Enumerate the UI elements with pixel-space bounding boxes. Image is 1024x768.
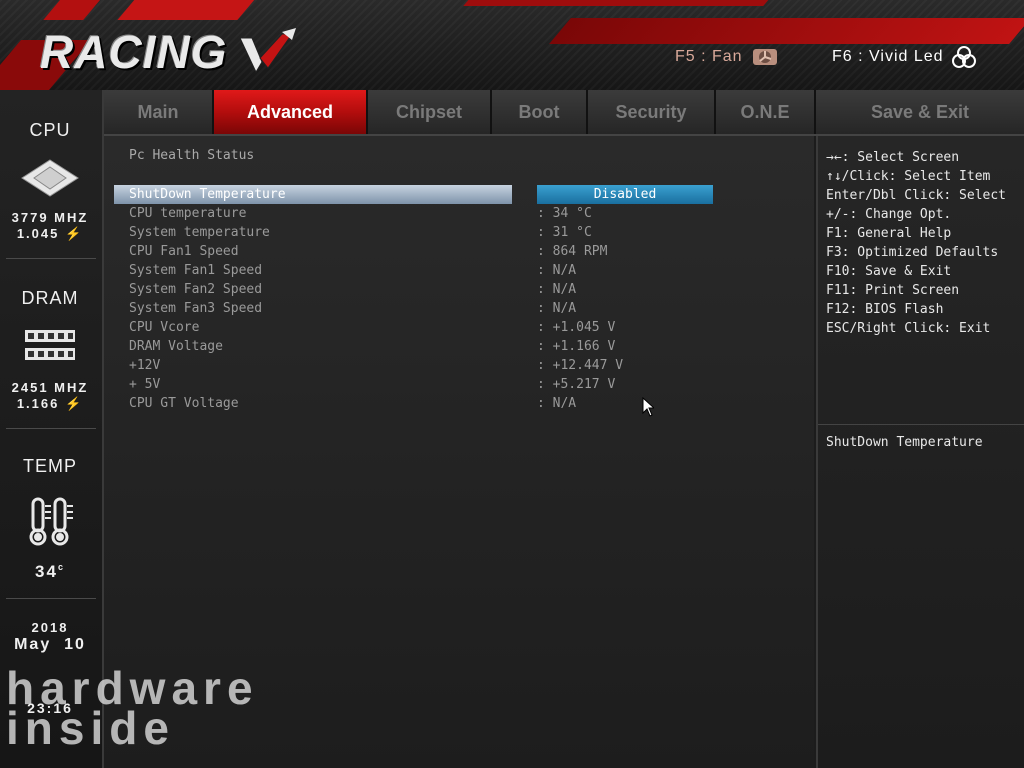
- vivid-led-hotkey-label: F6 : Vivid Led: [832, 48, 944, 65]
- help-description: ShutDown Temperature: [826, 435, 983, 450]
- tab-save-exit[interactable]: Save & Exit: [816, 90, 1024, 134]
- help-key-line: →←: Select Screen: [826, 150, 960, 165]
- fan-icon: [752, 49, 777, 65]
- help-divider: [818, 424, 1024, 425]
- list-item: CPU Fan1 Speed : 864 RPM: [104, 242, 814, 261]
- row-value: : 864 RPM: [537, 244, 608, 259]
- tab-security[interactable]: Security: [588, 90, 716, 134]
- ram-module-icon: [25, 330, 75, 360]
- row-value: : +5.217 V: [537, 377, 616, 392]
- list-item: CPU temperature : 34 °C: [104, 204, 814, 223]
- racing-logo-mark-icon: [239, 28, 296, 74]
- row-label: System Fan2 Speed: [129, 282, 263, 297]
- help-key-line: ESC/Right Click: Exit: [826, 321, 991, 336]
- help-key-line: F12: BIOS Flash: [826, 302, 944, 317]
- watermark: hardware inside: [6, 665, 366, 754]
- sidebar-divider: [6, 428, 96, 429]
- help-key-line: ↑↓/Click: Select Item: [826, 169, 991, 184]
- racing-logo: RACING: [40, 26, 228, 78]
- volt-bolt-icon: ⚡: [64, 396, 84, 411]
- list-item: System Fan3 Speed : N/A: [104, 299, 814, 318]
- tab-one[interactable]: O.N.E: [716, 90, 816, 134]
- row-value: : 34 °C: [537, 206, 592, 221]
- row-label: System Fan1 Speed: [129, 263, 263, 278]
- fan-hotkey[interactable]: F5 : Fan: [675, 46, 779, 68]
- row-value: : N/A: [537, 263, 577, 278]
- decor-stripe: [549, 18, 1024, 44]
- sidebar-divider: [6, 258, 96, 259]
- help-key-line: F11: Print Screen: [826, 283, 960, 298]
- row-label: + 5V: [129, 377, 161, 392]
- vivid-led-hotkey[interactable]: F6 : Vivid Led: [832, 46, 976, 68]
- shutdown-temperature-label[interactable]: ShutDown Temperature: [129, 185, 286, 204]
- help-key-line: F10: Save & Exit: [826, 264, 952, 279]
- list-item: DRAM Voltage : +1.166 V: [104, 337, 814, 356]
- volt-bolt-icon: ⚡: [64, 226, 84, 241]
- cpu-voltage: 1.045 ⚡: [16, 226, 84, 241]
- section-title: Pc Health Status: [129, 148, 255, 163]
- header-bar: RACING F5 : Fan F6 : Vivid Led: [0, 0, 1024, 90]
- date-month-day: May 10: [14, 636, 86, 653]
- list-item: CPU Vcore : +1.045 V: [104, 318, 814, 337]
- tab-main[interactable]: Main: [104, 90, 214, 134]
- date-year: 2018: [31, 620, 69, 635]
- row-label: CPU temperature: [129, 206, 247, 221]
- shutdown-temperature-option[interactable]: Disabled: [537, 185, 713, 204]
- dram-voltage: 1.166 ⚡: [16, 396, 84, 411]
- dram-title: DRAM: [21, 288, 79, 308]
- tab-chipset[interactable]: Chipset: [368, 90, 492, 134]
- cpu-frequency: 3779 MHZ: [11, 210, 89, 225]
- decor-stripe: [43, 0, 117, 20]
- row-value: : N/A: [537, 396, 577, 411]
- decor-stripe: [117, 0, 263, 20]
- row-value: : N/A: [537, 282, 577, 297]
- cpu-chip-icon: [21, 159, 79, 197]
- row-label: CPU Vcore: [129, 320, 200, 335]
- temp-value: 34c: [35, 562, 65, 581]
- row-label: DRAM Voltage: [129, 339, 223, 354]
- led-rgb-icon: [951, 46, 976, 68]
- help-panel: →←: Select Screen ↑↓/Click: Select Item …: [816, 136, 1024, 768]
- tab-bar: Main Advanced Chipset Boot Security O.N.…: [104, 90, 1024, 136]
- list-item: System temperature : 31 °C: [104, 223, 814, 242]
- list-item: CPU GT Voltage : N/A: [104, 394, 814, 413]
- cpu-title: CPU: [29, 120, 71, 140]
- row-label: +12V: [129, 358, 161, 373]
- decor-stripe: [463, 0, 777, 6]
- row-value: : +12.447 V: [537, 358, 624, 373]
- mouse-cursor-icon: [642, 397, 654, 417]
- help-key-line: +/-: Change Opt.: [826, 207, 952, 222]
- row-label: CPU GT Voltage: [129, 396, 239, 411]
- help-key-line: Enter/Dbl Click: Select: [826, 188, 1007, 203]
- help-key-line: F1: General Help: [826, 226, 952, 241]
- row-label: System temperature: [129, 225, 270, 240]
- tab-advanced[interactable]: Advanced: [214, 90, 368, 134]
- list-item: +12V : +12.447 V: [104, 356, 814, 375]
- list-item: System Fan1 Speed : N/A: [104, 261, 814, 280]
- sidebar-divider: [6, 598, 96, 599]
- list-item: System Fan2 Speed : N/A: [104, 280, 814, 299]
- row-label: CPU Fan1 Speed: [129, 244, 239, 259]
- fan-hotkey-label: F5 : Fan: [675, 48, 743, 65]
- row-label: System Fan3 Speed: [129, 301, 263, 316]
- dram-frequency: 2451 MHZ: [11, 380, 89, 395]
- watermark-line2: inside: [6, 702, 175, 754]
- list-item: + 5V : +5.217 V: [104, 375, 814, 394]
- row-value: : +1.166 V: [537, 339, 616, 354]
- row-value: : 31 °C: [537, 225, 592, 240]
- row-value: : +1.045 V: [537, 320, 616, 335]
- row-value: : N/A: [537, 301, 577, 316]
- tab-boot[interactable]: Boot: [492, 90, 588, 134]
- help-key-line: F3: Optimized Defaults: [826, 245, 999, 260]
- thermometer-icon: [29, 497, 73, 546]
- temp-title: TEMP: [22, 456, 77, 476]
